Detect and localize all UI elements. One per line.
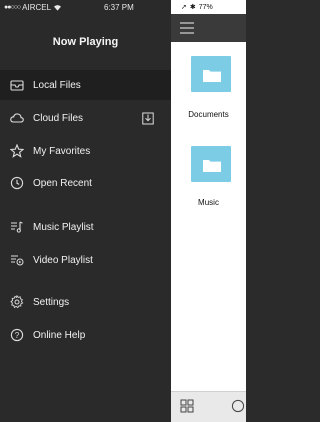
status-time: 6:37 PM bbox=[104, 3, 134, 12]
menu-item-label: Settings bbox=[33, 296, 70, 308]
menu-item-my-favorites[interactable]: My Favorites bbox=[0, 136, 171, 166]
gear-icon bbox=[10, 295, 24, 309]
cloud-icon bbox=[10, 113, 24, 123]
menu-item-open-recent[interactable]: Open Recent bbox=[0, 168, 171, 198]
status-bar: ●●○○○ AIRCEL 6:37 PM bbox=[0, 0, 171, 14]
folder-documents[interactable] bbox=[191, 56, 231, 92]
folder-music[interactable] bbox=[191, 146, 231, 182]
file-browser-panel: ➚ ✱ 77% Documents Music bbox=[171, 0, 246, 422]
grid-view-icon[interactable] bbox=[180, 399, 194, 413]
signal-dots-icon: ●●○○○ bbox=[4, 4, 21, 11]
inbox-icon bbox=[10, 80, 24, 91]
status-bar-right: ➚ ✱ 77% bbox=[171, 0, 246, 14]
menu-item-local-files[interactable]: Local Files bbox=[0, 70, 171, 100]
menu-item-video-playlist[interactable]: Video Playlist bbox=[0, 245, 171, 275]
drawer-title[interactable]: Now Playing bbox=[0, 36, 171, 48]
video-list-icon bbox=[11, 255, 24, 266]
bluetooth-icon: ✱ bbox=[189, 4, 196, 11]
menu-item-cloud-files[interactable]: Cloud Files bbox=[0, 103, 171, 133]
folder-label: Documents bbox=[188, 110, 229, 119]
folder-icon bbox=[203, 70, 221, 82]
folder-icon bbox=[203, 160, 221, 172]
bottom-toolbar bbox=[171, 391, 246, 422]
navigation-drawer: ●●○○○ AIRCEL 6:37 PM Now Playing Local F… bbox=[0, 0, 171, 422]
wifi-icon bbox=[54, 5, 62, 11]
clock-icon[interactable] bbox=[231, 399, 245, 413]
hamburger-menu-icon[interactable] bbox=[180, 22, 194, 34]
location-arrow-icon: ➚ bbox=[181, 4, 187, 11]
menu-item-music-playlist[interactable]: Music Playlist bbox=[0, 212, 171, 242]
menu-item-label: Local Files bbox=[33, 79, 81, 91]
menu-item-online-help[interactable]: ? Online Help bbox=[0, 320, 171, 350]
menu-item-label: Online Help bbox=[33, 329, 86, 341]
svg-text:?: ? bbox=[15, 331, 20, 340]
menu-item-label: Video Playlist bbox=[33, 254, 93, 266]
menu-item-label: My Favorites bbox=[33, 145, 91, 157]
menu-item-label: Open Recent bbox=[33, 177, 92, 189]
carrier-label: AIRCEL bbox=[22, 3, 52, 12]
folder-label: Music bbox=[198, 198, 219, 207]
top-bar bbox=[171, 14, 246, 42]
menu-item-label: Cloud Files bbox=[33, 112, 84, 124]
menu-item-settings[interactable]: Settings bbox=[0, 287, 171, 317]
help-icon: ? bbox=[10, 328, 24, 342]
menu-item-label: Music Playlist bbox=[33, 221, 94, 233]
clock-icon bbox=[10, 176, 24, 190]
battery-percent: 77% bbox=[198, 3, 213, 11]
music-list-icon bbox=[11, 221, 23, 233]
star-icon bbox=[10, 144, 24, 158]
download-icon[interactable] bbox=[142, 111, 154, 125]
